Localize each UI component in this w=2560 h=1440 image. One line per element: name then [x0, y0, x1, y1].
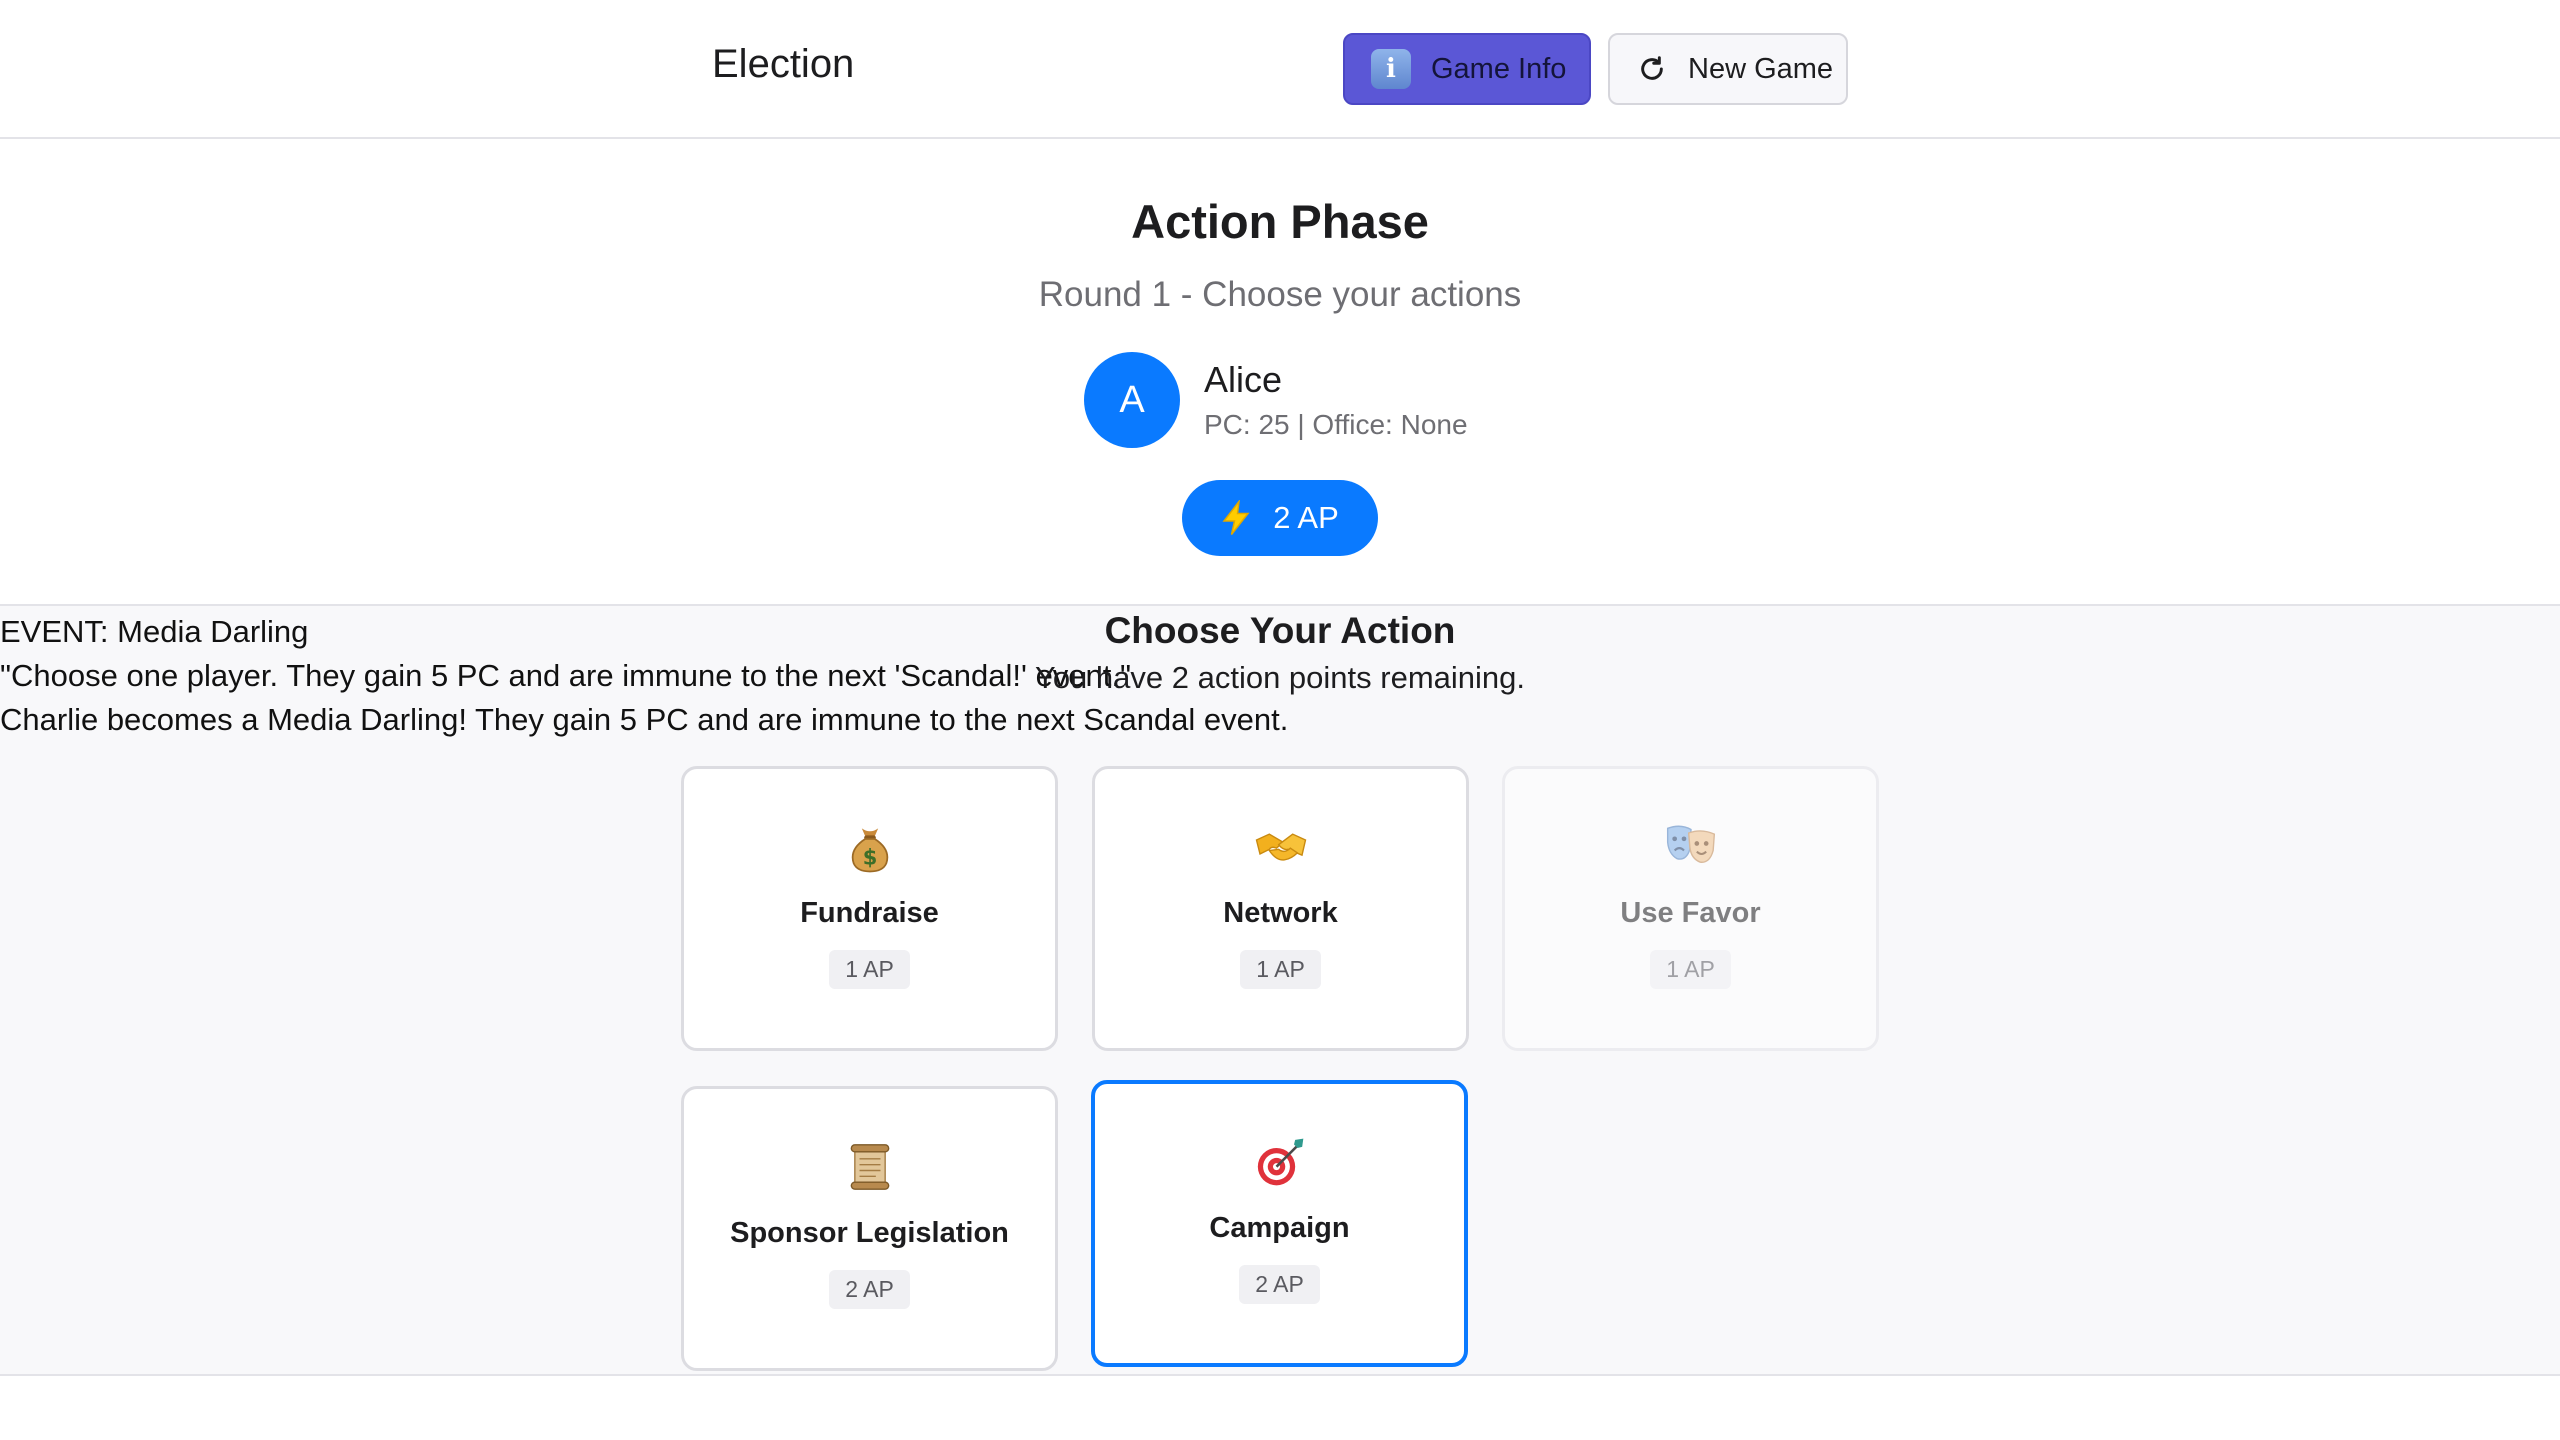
action-cost: 2 AP [829, 1270, 910, 1309]
action-card-network[interactable]: Network 1 AP [1092, 766, 1469, 1051]
action-card-sponsor-legislation[interactable]: Sponsor Legislation 2 AP [681, 1086, 1058, 1371]
phase-title: Action Phase [1131, 195, 1429, 248]
avatar: A [1084, 352, 1180, 448]
choose-action-subtitle: You have 2 action points remaining. [1034, 660, 1526, 695]
target-icon [1257, 1138, 1303, 1186]
action-label: Use Favor [1620, 897, 1761, 929]
action-cost: 2 AP [1239, 1265, 1320, 1304]
choose-action-title: Choose Your Action [1104, 610, 1456, 651]
new-game-button[interactable]: New Game [1608, 33, 1848, 105]
app-header: Election i Game Info New Game [0, 0, 2560, 139]
money-bag-icon: $ [851, 828, 888, 873]
action-label: Fundraise [800, 897, 939, 929]
action-label: Sponsor Legislation [730, 1217, 1009, 1249]
action-cost: 1 AP [1240, 950, 1321, 989]
app-title: Election [712, 42, 855, 86]
action-label: Network [1223, 897, 1338, 929]
player-info: Alice PC: 25 | Office: None [1204, 359, 1468, 441]
action-card-use-favor[interactable]: Use Favor 1 AP [1502, 766, 1879, 1051]
game-info-button[interactable]: i Game Info [1343, 33, 1591, 105]
info-icon: i [1371, 49, 1411, 89]
new-game-label: New Game [1688, 52, 1834, 85]
action-card-campaign[interactable]: Campaign 2 AP [1091, 1080, 1468, 1367]
action-points-value: 2 AP [1273, 500, 1339, 535]
current-player: A Alice PC: 25 | Office: None [1084, 352, 1468, 448]
refresh-icon [1641, 56, 1663, 80]
lightning-icon [1222, 500, 1250, 535]
action-label: Campaign [1209, 1212, 1350, 1244]
svg-text:$: $ [862, 846, 877, 870]
scroll-icon [850, 1144, 889, 1190]
player-name: Alice [1204, 359, 1283, 400]
action-cost: 1 AP [829, 950, 910, 989]
game-info-label: Game Info [1431, 52, 1567, 85]
action-card-fundraise[interactable]: $ Fundraise 1 AP [681, 766, 1058, 1051]
player-stats: PC: 25 | Office: None [1204, 409, 1468, 440]
phase-subtitle: Round 1 - Choose your actions [1038, 275, 1522, 314]
action-points-badge: 2 AP [1182, 480, 1378, 556]
event-result: Charlie becomes a Media Darling! They ga… [0, 702, 1289, 737]
action-cost: 1 AP [1650, 950, 1731, 989]
handshake-icon [1255, 833, 1306, 861]
theater-masks-icon [1666, 825, 1715, 863]
